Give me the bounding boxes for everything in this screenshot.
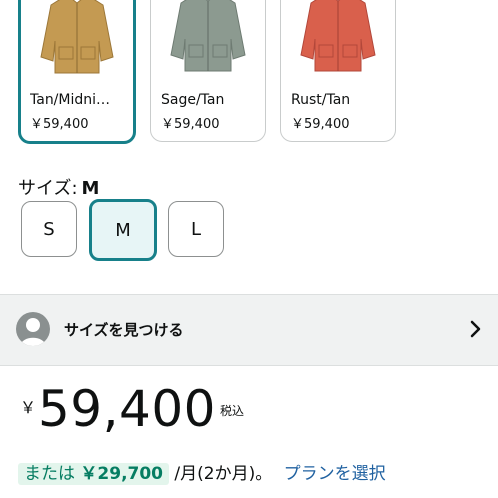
- installment-amount: ￥29,700: [80, 464, 164, 484]
- color-option-sage-tan[interactable]: Sage/Tan ￥59,400: [150, 0, 266, 142]
- size-heading-label: サイズ:: [18, 178, 78, 199]
- color-option-price: ￥59,400: [291, 117, 350, 132]
- color-option-price: ￥59,400: [30, 117, 89, 132]
- select-plan-link[interactable]: プランを選択: [284, 464, 386, 484]
- color-option-tan-midnight[interactable]: Tan/Midni… ￥59,400: [18, 0, 136, 144]
- user-avatar-icon: [16, 312, 50, 346]
- product-image: [151, 0, 265, 85]
- size-option-s[interactable]: S: [21, 201, 77, 257]
- color-option-rust-tan[interactable]: Rust/Tan ￥59,400: [280, 0, 396, 142]
- price-amount: 59,400: [38, 380, 216, 438]
- find-size-label: サイズを見つける: [64, 321, 184, 339]
- product-image: [21, 0, 133, 87]
- find-size-button[interactable]: サイズを見つける: [0, 294, 498, 366]
- color-option-label: Tan/Midni…: [30, 92, 111, 108]
- chevron-right-icon: [470, 320, 482, 342]
- price-tax-note: 税込: [220, 404, 245, 418]
- installment-highlight: または ￥29,700: [18, 463, 170, 485]
- price-currency: ￥: [20, 398, 37, 417]
- product-image: [281, 0, 395, 85]
- size-heading: サイズ: M: [18, 174, 99, 200]
- installment-suffix: /月(2か月)。: [174, 464, 273, 484]
- size-selected-value: M: [81, 178, 100, 199]
- color-option-label: Sage/Tan: [161, 92, 225, 108]
- color-option-label: Rust/Tan: [291, 92, 351, 108]
- size-option-l[interactable]: L: [168, 201, 224, 257]
- color-option-price: ￥59,400: [161, 117, 220, 132]
- installment-line: または ￥29,700 /月(2か月)。 プランを選択: [18, 459, 386, 485]
- size-option-m[interactable]: M: [89, 199, 157, 261]
- installment-prefix: または: [24, 464, 75, 484]
